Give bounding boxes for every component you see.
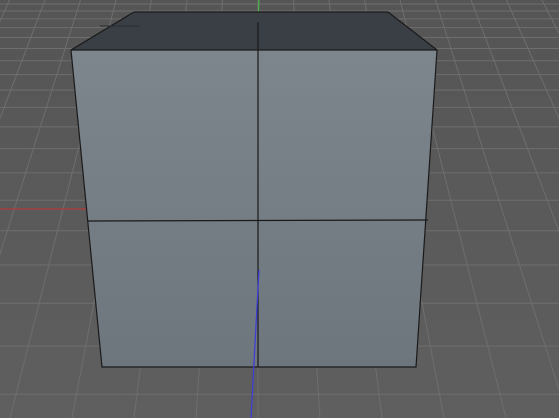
viewport-canvas[interactable] (0, 0, 559, 418)
cube-front-face[interactable] (71, 50, 437, 367)
cube-object[interactable] (70, 11, 438, 368)
3d-viewport[interactable] (0, 0, 559, 418)
cube-top-face[interactable] (71, 12, 437, 50)
